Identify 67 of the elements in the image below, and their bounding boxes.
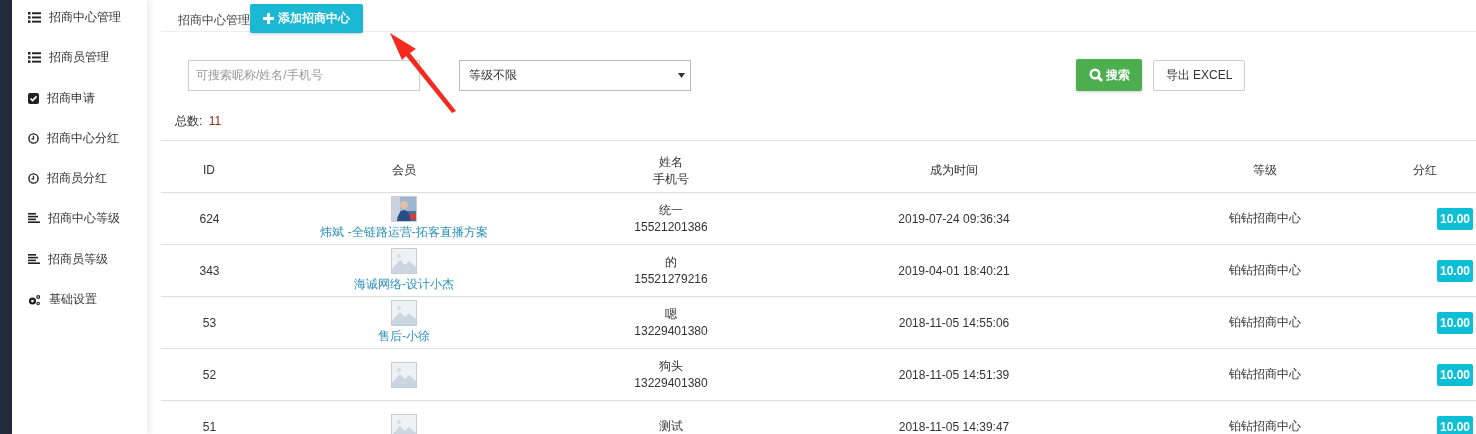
total-count: 11 <box>208 114 222 128</box>
list-icon <box>28 52 41 64</box>
table-cell: 52 <box>161 348 258 401</box>
table-cell: 2018-11-05 14:39:47 <box>792 400 1116 434</box>
sidebar-item[interactable]: 基础设置 <box>12 291 147 332</box>
sidebar-item[interactable]: 招商申请 <box>12 89 147 130</box>
table-cell: 铂钻招商中心 <box>1116 348 1413 401</box>
column-header: 等级 <box>1116 149 1413 193</box>
search-icon <box>1088 68 1103 82</box>
table-cell: 343 <box>161 244 258 297</box>
table-cell: 2019-07-24 09:36:34 <box>792 192 1116 245</box>
image-placeholder-icon <box>391 248 417 274</box>
name-text: 统一 <box>659 201 683 219</box>
table-cell: 2019-04-01 18:40:21 <box>792 244 1116 297</box>
member-link[interactable]: 炜斌 -全链路运营-拓客直播方案 <box>320 224 488 241</box>
table-cell: 2018-11-05 14:51:39 <box>792 348 1116 401</box>
ratio-badge: 10.00 <box>1437 415 1474 434</box>
image-placeholder-icon <box>391 361 417 388</box>
ratio-badge: 10.00 <box>1437 311 1474 334</box>
ratio-badge: 10.00 <box>1437 259 1474 282</box>
sidebar-item[interactable]: 招商中心分红 <box>12 129 147 171</box>
checkbox-icon <box>28 92 39 104</box>
ratio-badge: 10.00 <box>1437 207 1474 230</box>
name-text: 测试 <box>659 418 683 434</box>
column-header: 成为时间 <box>792 149 1116 193</box>
table-cell: 53 <box>161 296 258 349</box>
table-cell: 2018-11-05 14:55:06 <box>792 296 1116 349</box>
search-field[interactable]: 可搜索昵称/姓名/手机号 <box>188 59 420 91</box>
table-cell: 铂钻招商中心 <box>1116 400 1413 434</box>
total-label: 总数: <box>175 114 203 128</box>
column-header: 会员 <box>258 149 550 193</box>
phone-text: 15521201386 <box>634 218 708 236</box>
page-title: 招商中心管理 <box>178 12 250 29</box>
dropdown-caret-icon <box>678 72 685 78</box>
column-header: 姓名 手机号 <box>550 149 792 193</box>
sidebar-item[interactable]: 招商员分红 <box>12 170 147 211</box>
list-icon <box>28 12 41 23</box>
member-link[interactable]: 海诚网络-设计小杰 <box>354 276 454 293</box>
ratio-badge: 10.00 <box>1437 363 1474 386</box>
align-left-icon <box>28 213 40 224</box>
table-cell: 铂钻招商中心 <box>1116 296 1413 349</box>
table-cell: 624 <box>161 192 258 245</box>
column-header: 分红 <box>1413 149 1476 193</box>
name-text: 狗头 <box>659 357 683 375</box>
gears-icon <box>28 294 41 307</box>
column-header: ID <box>161 149 258 193</box>
align-left-icon <box>28 253 40 264</box>
name-text: 的 <box>665 253 677 271</box>
sidebar-item[interactable]: 招商员管理 <box>12 49 147 90</box>
plus-icon <box>263 13 274 24</box>
table-cell: 铂钻招商中心 <box>1116 244 1413 297</box>
member-link[interactable]: 售后-小徐 <box>378 328 430 345</box>
level-dropdown[interactable]: 等级不限 <box>459 59 691 91</box>
phone-text: 15521279216 <box>634 270 708 288</box>
phone-text: 13229401380 <box>634 374 708 392</box>
image-placeholder-icon <box>391 300 417 326</box>
table-cell: 铂钻招商中心 <box>1116 192 1413 245</box>
sidebar-item[interactable]: 招商中心管理 <box>12 9 147 50</box>
clock-icon <box>28 173 39 185</box>
table-cell: 51 <box>161 400 258 434</box>
export-button[interactable]: 导出 EXCEL <box>1153 59 1245 91</box>
image-placeholder-icon <box>391 413 417 434</box>
clock-icon <box>28 132 39 144</box>
sidebar-item[interactable]: 招商中心等级 <box>12 210 147 251</box>
name-text: 嗯 <box>665 305 677 323</box>
sidebar-item[interactable]: 招商员等级 <box>12 250 147 292</box>
phone-text: 13229401380 <box>634 322 708 340</box>
